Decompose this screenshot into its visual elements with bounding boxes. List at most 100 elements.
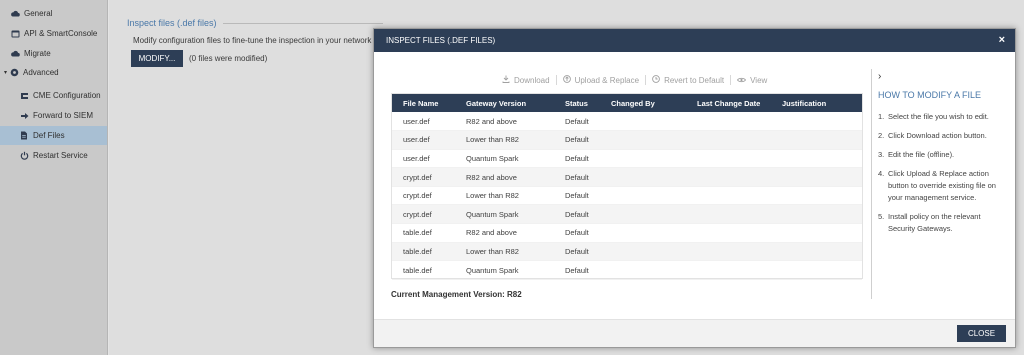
sidebar-item-migrate[interactable]: Migrate (0, 44, 107, 63)
column-header-last-change-date[interactable]: Last Change Date (686, 94, 771, 112)
cell-justification (771, 260, 862, 280)
cell-gateway-version: Lower than R82 (455, 186, 554, 206)
revert-button[interactable]: Revert to Default (646, 75, 730, 85)
management-version: Current Management Version: R82 (391, 290, 522, 299)
cme-icon (19, 91, 29, 101)
cell-last-change-date (686, 130, 771, 150)
close-button[interactable]: CLOSE (957, 325, 1006, 342)
sidebar-item-restart-service[interactable]: Restart Service (0, 146, 107, 165)
step-number: 2. (878, 131, 885, 140)
table-row[interactable]: crypt.def R82 and above Default (392, 167, 862, 187)
cloud-icon (10, 49, 20, 59)
help-step: 5. Install policy on the relevant Securit… (878, 211, 1008, 235)
cell-status: Default (554, 167, 600, 187)
cell-file-name: crypt.def (392, 186, 455, 206)
column-header-gateway-version[interactable]: Gateway Version (455, 94, 554, 112)
cell-status: Default (554, 260, 600, 280)
column-header-file-name[interactable]: File Name (392, 94, 455, 112)
dialog-footer: CLOSE (374, 319, 1015, 347)
cell-last-change-date (686, 242, 771, 262)
cell-gateway-version: R82 and above (455, 167, 554, 187)
sidebar-item-label: Forward to SIEM (33, 111, 94, 120)
table-row[interactable]: crypt.def Quantum Spark Default (392, 204, 862, 225)
cell-justification (771, 242, 862, 262)
sidebar-item-label: General (24, 9, 53, 18)
column-header-justification[interactable]: Justification (771, 94, 862, 112)
cell-file-name: table.def (392, 260, 455, 280)
sidebar-item-def-files[interactable]: Def Files (0, 126, 107, 145)
chevron-right-icon[interactable]: › (878, 71, 881, 82)
table-row[interactable]: user.def R82 and above Default (392, 112, 862, 132)
cell-last-change-date (686, 223, 771, 243)
upload-icon (562, 75, 571, 85)
cell-changed-by (600, 260, 686, 280)
dialog-header: INSPECT FILES (.DEF FILES) × (374, 29, 1015, 52)
step-text: Select the file you wish to edit. (888, 112, 989, 121)
cell-last-change-date (686, 260, 771, 280)
cell-file-name: user.def (392, 112, 455, 132)
sidebar-item-api-smartconsole[interactable]: API & SmartConsole (0, 24, 107, 43)
step-number: 1. (878, 112, 885, 121)
step-number: 4. (878, 169, 885, 178)
column-header-status[interactable]: Status (554, 94, 600, 112)
help-step: 4. Click Upload & Replace action button t… (878, 168, 1008, 204)
help-step: 3. Edit the file (offline). (878, 149, 1008, 161)
cell-gateway-version: Quantum Spark (455, 149, 554, 169)
table-row[interactable]: table.def R82 and above Default (392, 223, 862, 243)
caret-down-icon: ▾ (4, 70, 8, 76)
sidebar-item-label: API & SmartConsole (24, 29, 98, 38)
cell-last-change-date (686, 186, 771, 206)
sidebar-item-label: Migrate (24, 49, 51, 58)
cell-changed-by (600, 112, 686, 132)
sidebar: General API & SmartConsole Migrate ▾ Adv… (0, 0, 108, 355)
view-button[interactable]: View (731, 76, 773, 85)
table-row[interactable]: crypt.def Lower than R82 Default (392, 186, 862, 206)
cell-gateway-version: R82 and above (455, 112, 554, 132)
cell-changed-by (600, 242, 686, 262)
gear-icon (9, 68, 19, 78)
cell-changed-by (600, 167, 686, 187)
cell-justification (771, 167, 862, 187)
cell-gateway-version: Quantum Spark (455, 260, 554, 280)
close-icon[interactable]: × (999, 34, 1005, 46)
cell-status: Default (554, 186, 600, 206)
def-files-table: File Name Gateway Version Status Changed… (391, 93, 863, 280)
modify-button[interactable]: MODIFY... (131, 50, 183, 67)
section-divider (223, 23, 383, 24)
cell-status: Default (554, 112, 600, 132)
cell-file-name: crypt.def (392, 167, 455, 187)
help-step: 1. Select the file you wish to edit. (878, 111, 1008, 123)
sidebar-item-label: Advanced (23, 68, 59, 77)
sidebar-item-cme-configuration[interactable]: CME Configuration (0, 86, 107, 105)
cell-status: Default (554, 149, 600, 169)
cell-last-change-date (686, 112, 771, 132)
cell-justification (771, 149, 862, 169)
sidebar-item-forward-to-siem[interactable]: Forward to SIEM (0, 106, 107, 125)
help-step: 2. Click Download action button. (878, 130, 1008, 142)
cell-status: Default (554, 242, 600, 262)
cell-last-change-date (686, 204, 771, 225)
column-header-changed-by[interactable]: Changed By (600, 94, 686, 112)
cell-gateway-version: Quantum Spark (455, 204, 554, 225)
help-panel-divider (871, 69, 872, 299)
cell-status: Default (554, 130, 600, 150)
sidebar-item-label: Def Files (33, 131, 65, 140)
help-steps: 1. Select the file you wish to edit. 2. Cl… (878, 111, 1008, 242)
cell-last-change-date (686, 149, 771, 169)
cell-gateway-version: Lower than R82 (455, 242, 554, 262)
download-icon (502, 75, 510, 85)
table-row[interactable]: table.def Quantum Spark Default (392, 260, 862, 280)
sidebar-item-general[interactable]: General (0, 4, 107, 23)
table-row[interactable]: user.def Quantum Spark Default (392, 149, 862, 169)
table-row[interactable]: user.def Lower than R82 Default (392, 130, 862, 150)
step-text: Edit the file (offline). (888, 150, 955, 159)
cell-changed-by (600, 223, 686, 243)
table-row[interactable]: table.def Lower than R82 Default (392, 242, 862, 262)
power-icon (19, 151, 29, 161)
upload-replace-label: Upload & Replace (574, 75, 640, 85)
upload-replace-button[interactable]: Upload & Replace (557, 75, 645, 85)
sidebar-item-advanced[interactable]: ▾ Advanced (0, 63, 107, 82)
download-button[interactable]: Download (496, 75, 556, 85)
cell-file-name: table.def (392, 223, 455, 243)
cell-gateway-version: R82 and above (455, 223, 554, 243)
